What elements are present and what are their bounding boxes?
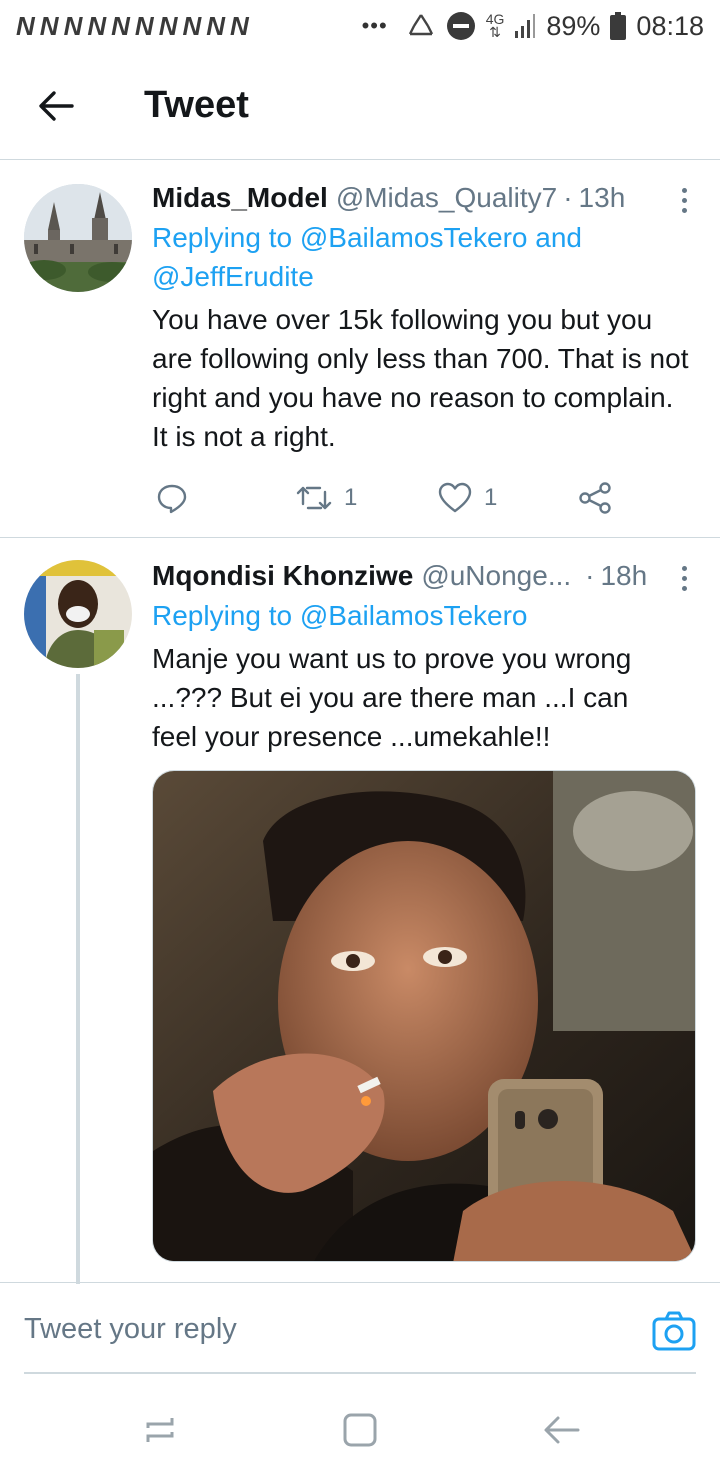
username[interactable]: @uNonge... (421, 556, 571, 596)
more-notifications-indicator: ••• (361, 13, 388, 38)
arrow-left-icon (36, 86, 76, 126)
do-not-disturb-icon (446, 11, 476, 41)
kebab-dot (681, 207, 687, 213)
timestamp: 18h (600, 560, 648, 591)
notification-icon: N (182, 10, 203, 41)
reply-button[interactable] (156, 482, 200, 514)
display-name[interactable]: Midas_Model (152, 178, 328, 218)
notification-icon: N (230, 10, 250, 41)
retweet-button[interactable]: 1 (296, 482, 357, 514)
status-bar: N N N N N N N N N N ••• 4G ⇅ 89% 08:18 (0, 0, 720, 52)
like-button[interactable]: 1 (438, 482, 497, 514)
replying-to-label: Replying to (152, 222, 293, 253)
retweet-icon (296, 482, 332, 514)
replying-to: Replying to @BailamosTekero and @JeffEru… (152, 218, 696, 296)
username[interactable]: @Midas_Quality7 (336, 178, 557, 218)
conjunction: and (535, 222, 582, 253)
mention-link[interactable]: @BailamosTekero (300, 222, 528, 253)
home-button[interactable] (340, 1410, 380, 1450)
signal-icon (514, 13, 536, 39)
notification-icon: N (111, 10, 131, 41)
share-icon (578, 482, 612, 514)
more-options-button[interactable] (672, 560, 696, 596)
tweet-header: Mqondisi Khonziwe @uNonge... · 18h (152, 556, 696, 596)
tweet-header: Midas_Model @Midas_Quality7 · 13h (152, 178, 696, 218)
recent-apps-button[interactable] (140, 1410, 180, 1450)
back-nav-button[interactable] (542, 1410, 582, 1450)
tweet-content: Mqondisi Khonziwe @uNonge... · 18h Reply… (152, 556, 696, 756)
notification-icon: N (16, 10, 36, 41)
reply-composer: Tweet your reply (0, 1282, 720, 1374)
reply-input[interactable]: Tweet your reply (24, 1313, 237, 1346)
parliament-building-avatar (24, 184, 132, 292)
timestamp: 13h (578, 182, 626, 213)
back-button[interactable] (0, 52, 112, 160)
camera-icon (652, 1311, 696, 1351)
notification-icon: N (87, 10, 108, 41)
input-underline (24, 1372, 696, 1374)
kebab-dot (681, 197, 687, 203)
tweet-content: Midas_Model @Midas_Quality7 · 13h Replyi… (152, 178, 696, 456)
man-smoking-holding-phone-photo (153, 771, 695, 1261)
tweet-text: Manje you want us to prove you wrong ...… (152, 643, 632, 752)
kebab-dot (681, 187, 687, 193)
heart-icon (438, 482, 472, 514)
page-title: Tweet (144, 84, 249, 126)
mention-link[interactable]: @JeffErudite (152, 261, 314, 292)
network-4g-icon: 4G ⇅ (485, 11, 505, 40)
back-icon (542, 1410, 582, 1450)
notification-icon: N (63, 10, 84, 41)
home-icon (340, 1410, 380, 1450)
tweet[interactable]: Mqondisi Khonziwe @uNonge... · 18h Reply… (0, 538, 720, 1284)
recycle-icon (406, 12, 436, 40)
battery-percentage: 89% (546, 10, 601, 41)
tweet[interactable]: Midas_Model @Midas_Quality7 · 13h Replyi… (0, 160, 720, 538)
tweet-media[interactable] (152, 770, 696, 1262)
thread-connector (76, 674, 80, 1284)
system-navigation-bar (0, 1376, 720, 1480)
notification-icon: N (134, 10, 155, 41)
clock: 08:18 (636, 10, 704, 41)
like-count: 1 (484, 484, 498, 511)
kebab-dot (681, 575, 687, 581)
laughing-man-avatar (24, 560, 132, 668)
recent-apps-icon (140, 1410, 180, 1450)
tweet-actions: 1 1 (152, 476, 632, 520)
notification-icon: N (39, 10, 60, 41)
mention-link[interactable]: @BailamosTekero (300, 600, 528, 631)
replying-to-label: Replying to (152, 600, 293, 631)
separator: · (563, 182, 573, 213)
camera-button[interactable] (652, 1311, 696, 1351)
kebab-dot (681, 585, 687, 591)
tweet-text: You have over 15k following you but you … (152, 304, 689, 452)
share-button[interactable] (578, 482, 612, 514)
retweet-count: 1 (344, 484, 358, 511)
notification-icons: N N N N N N N N N N (16, 11, 250, 42)
notification-icon: N (206, 10, 227, 41)
notification-icon: N (158, 10, 179, 41)
comment-icon (156, 482, 188, 514)
replying-to: Replying to @BailamosTekero (152, 596, 696, 635)
avatar[interactable] (24, 560, 132, 668)
kebab-dot (681, 565, 687, 571)
display-name[interactable]: Mqondisi Khonziwe (152, 556, 413, 596)
top-app-bar: Tweet (0, 52, 720, 160)
separator: · (585, 560, 595, 591)
battery-icon (610, 12, 627, 40)
avatar[interactable] (24, 184, 132, 292)
more-options-button[interactable] (672, 182, 696, 218)
